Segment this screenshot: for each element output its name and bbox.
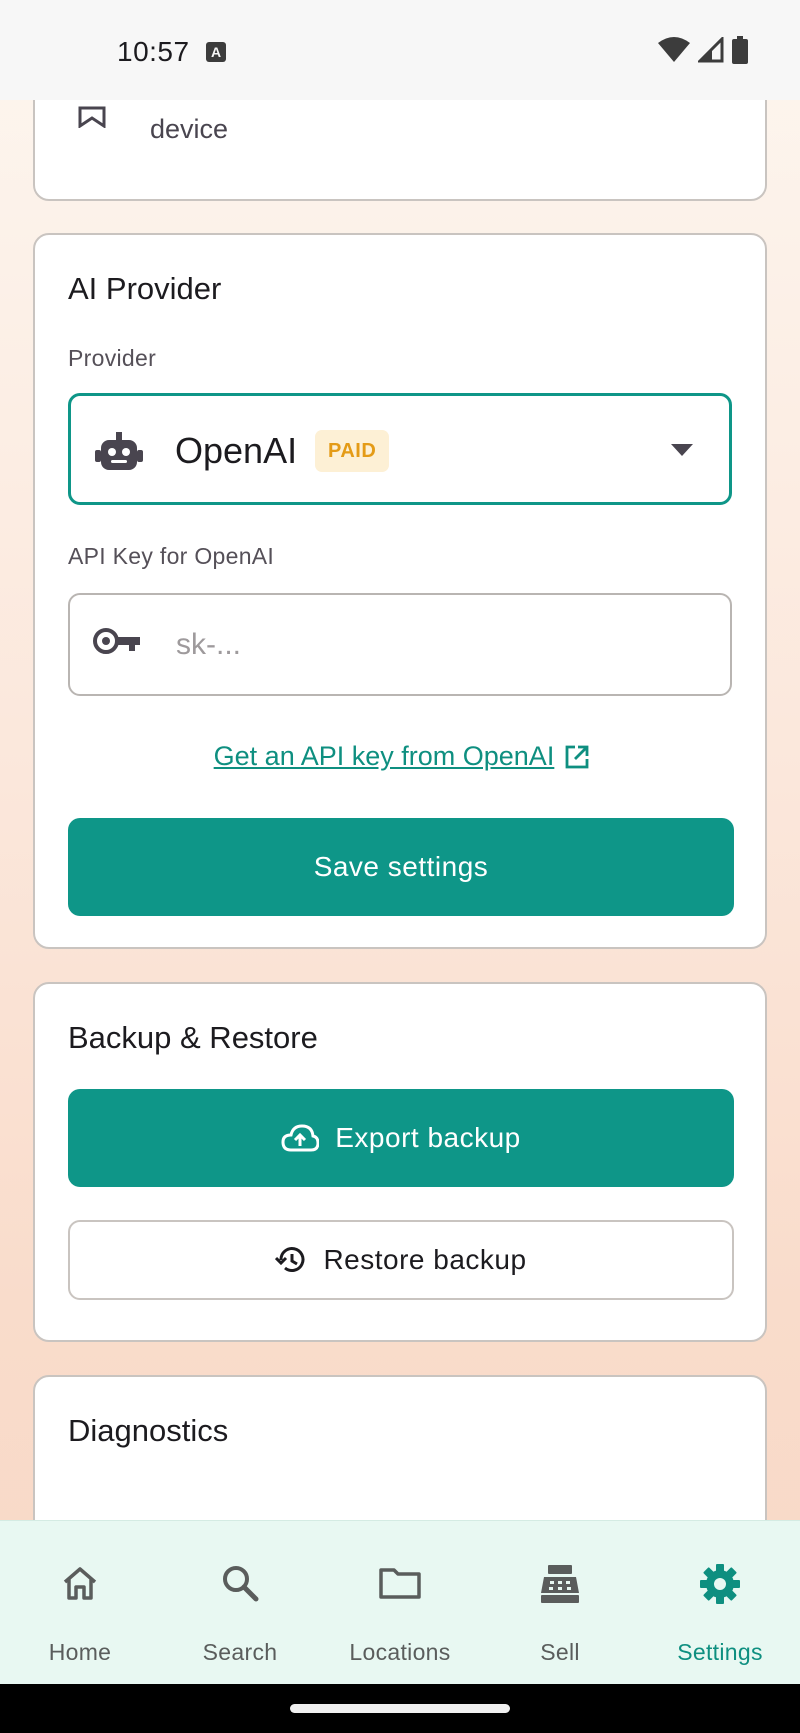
battery-icon bbox=[732, 36, 748, 64]
export-backup-label: Export backup bbox=[335, 1122, 521, 1153]
nav-search[interactable]: Search bbox=[160, 1521, 320, 1685]
provider-dropdown[interactable]: OpenAI PAID bbox=[68, 393, 732, 505]
api-key-label: API Key for OpenAI bbox=[68, 543, 275, 569]
ai-provider-title: AI Provider bbox=[68, 271, 222, 306]
nav-settings[interactable]: Settings bbox=[640, 1521, 800, 1685]
api-key-link-text[interactable]: Get an API key from OpenAI bbox=[214, 741, 555, 772]
nav-settings-label: Settings bbox=[677, 1639, 763, 1665]
gesture-bar bbox=[0, 1684, 800, 1733]
top-card-text: device bbox=[150, 114, 229, 144]
cloud-upload-icon bbox=[281, 1124, 320, 1152]
keyboard-indicator-icon: A bbox=[206, 42, 226, 62]
status-icons bbox=[658, 36, 748, 64]
nav-sell-label: Sell bbox=[540, 1639, 580, 1665]
export-backup-button[interactable]: Export backup bbox=[68, 1089, 734, 1187]
key-icon bbox=[93, 628, 140, 654]
provider-value: OpenAI bbox=[175, 430, 298, 471]
status-bar: 10:57 A bbox=[0, 0, 800, 100]
folder-icon bbox=[379, 1568, 421, 1599]
backup-title: Backup & Restore bbox=[68, 1020, 318, 1055]
cash-register-icon bbox=[541, 1565, 579, 1603]
gear-icon bbox=[700, 1564, 740, 1604]
restore-backup-button[interactable]: Restore backup bbox=[68, 1220, 734, 1300]
save-settings-label: Save settings bbox=[313, 851, 489, 882]
search-icon bbox=[223, 1566, 259, 1602]
wifi-icon bbox=[658, 37, 690, 62]
nav-locations-label: Locations bbox=[349, 1639, 451, 1665]
provider-label: Provider bbox=[68, 345, 157, 371]
nav-home[interactable]: Home bbox=[0, 1521, 160, 1685]
bottom-navigation: Home Search Locations Sell Settings bbox=[0, 1520, 800, 1684]
save-settings-button[interactable]: Save settings bbox=[68, 818, 734, 916]
robot-icon bbox=[95, 432, 143, 470]
backup-card: Backup & Restore Export backup Restore b… bbox=[33, 982, 767, 1342]
status-time: 10:57 bbox=[117, 36, 190, 67]
ai-provider-card: AI Provider Provider OpenAI PAID API Key… bbox=[33, 233, 767, 949]
diagnostics-title: Diagnostics bbox=[68, 1413, 229, 1448]
nav-locations[interactable]: Locations bbox=[320, 1521, 480, 1685]
nav-sell[interactable]: Sell bbox=[480, 1521, 640, 1685]
paid-badge: PAID bbox=[315, 430, 390, 472]
api-key-input[interactable] bbox=[176, 621, 696, 669]
nav-home-label: Home bbox=[48, 1639, 112, 1665]
home-gesture-handle[interactable] bbox=[290, 1704, 510, 1713]
api-key-link[interactable]: Get an API key from OpenAI bbox=[35, 741, 769, 772]
dropdown-arrow-icon bbox=[671, 444, 693, 456]
history-icon bbox=[275, 1247, 305, 1272]
cell-signal-icon bbox=[698, 37, 724, 63]
restore-backup-label: Restore backup bbox=[323, 1244, 527, 1275]
nav-search-label: Search bbox=[202, 1639, 278, 1665]
home-icon bbox=[63, 1567, 97, 1600]
external-link-icon bbox=[565, 745, 589, 768]
api-key-field[interactable] bbox=[68, 593, 732, 696]
